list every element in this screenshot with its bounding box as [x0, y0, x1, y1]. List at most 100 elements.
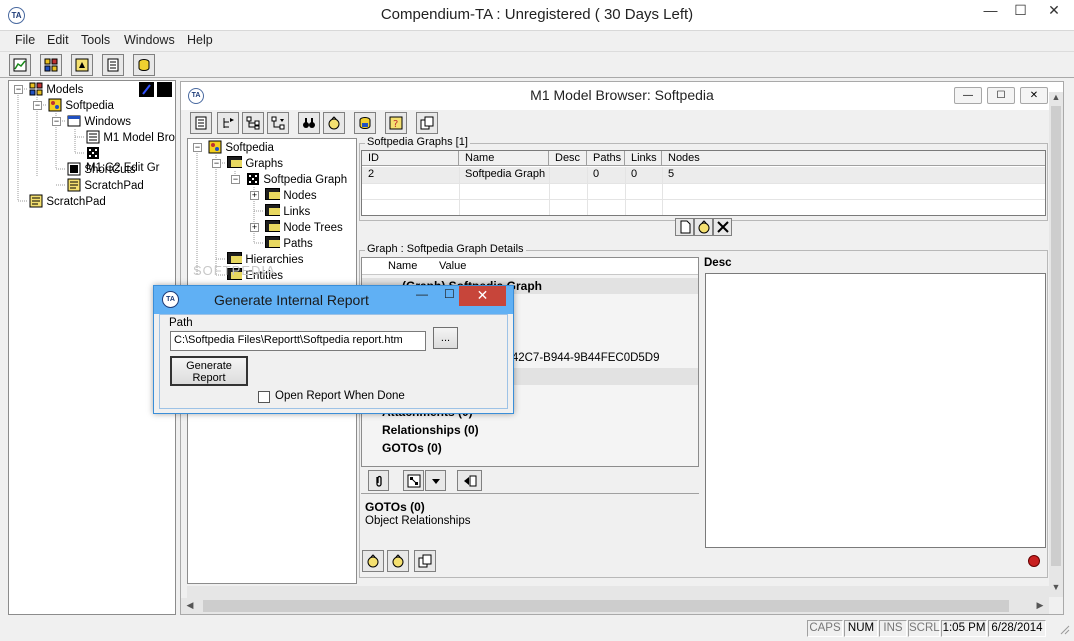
- collapse-windows-toggle[interactable]: −: [52, 117, 61, 126]
- column-header-id[interactable]: ID: [362, 151, 459, 166]
- child-vertical-scrollbar[interactable]: ▲ ▼: [1049, 92, 1063, 597]
- generate-report-button[interactable]: Generate Report: [170, 356, 248, 386]
- minimize-button[interactable]: —: [974, 0, 1007, 22]
- database-icon: [138, 59, 150, 71]
- model-tree-item-softpedia-graph[interactable]: Softpedia Graph: [246, 172, 347, 189]
- scratchpad-icon: [67, 178, 81, 192]
- copy-details-button[interactable]: [414, 550, 436, 572]
- dropdown-button[interactable]: [425, 470, 446, 491]
- scroll-up-icon[interactable]: ▲: [1049, 92, 1063, 106]
- tree-item-model-browser[interactable]: M1 Model Bro: [86, 130, 175, 147]
- model-tree-item-softpedia[interactable]: Softpedia: [208, 140, 274, 157]
- expand-node-trees-toggle[interactable]: +: [250, 223, 259, 232]
- edit-graph-button[interactable]: [694, 218, 713, 236]
- edit-node-details-button[interactable]: [387, 550, 409, 572]
- collapse-softpedia-toggle[interactable]: −: [33, 101, 42, 110]
- edit-details-button[interactable]: [362, 550, 384, 572]
- child-close-button[interactable]: ✕: [1020, 87, 1048, 104]
- menu-help[interactable]: Help: [187, 33, 213, 47]
- scroll-left-icon[interactable]: ◀: [183, 600, 197, 612]
- details-gotos[interactable]: GOTOs (0): [382, 441, 442, 455]
- status-bar: CAPS NUM INS SCRL 1:05 PM 6/28/2014: [0, 617, 1074, 641]
- tree-label: Paths: [283, 238, 313, 250]
- goto-button[interactable]: [457, 470, 482, 491]
- database-button[interactable]: [133, 54, 155, 76]
- menu-tools[interactable]: Tools: [81, 33, 110, 47]
- tree-item-softpedia[interactable]: Softpedia: [48, 98, 114, 115]
- table-cell-nodes: 5: [668, 168, 675, 180]
- dialog-maximize-button[interactable]: ☐: [444, 287, 455, 301]
- copy-button[interactable]: [416, 112, 438, 134]
- model-tree-item-paths[interactable]: Paths: [265, 236, 313, 251]
- graph-view-button[interactable]: [403, 470, 424, 491]
- tree-expand-button[interactable]: [242, 112, 264, 134]
- column-header-links[interactable]: Links: [625, 151, 662, 166]
- column-header-paths[interactable]: Paths: [587, 151, 625, 166]
- scroll-down-icon[interactable]: ▼: [1049, 582, 1063, 596]
- collapse-softpedia-graph-toggle[interactable]: −: [231, 175, 240, 184]
- new-graph-button[interactable]: [675, 218, 694, 236]
- details-column-name[interactable]: Name: [388, 260, 417, 272]
- tree-item-scratchpad[interactable]: ScratchPad: [29, 194, 106, 211]
- color-swatch-icon: [139, 82, 154, 97]
- details-column-value[interactable]: Value: [439, 260, 466, 272]
- edit-node-button[interactable]: [323, 112, 345, 134]
- goto-icon: [463, 475, 476, 486]
- dialog-app-icon: TA: [162, 291, 179, 308]
- child-restore-button[interactable]: ☐: [987, 87, 1015, 104]
- path-input[interactable]: C:\Softpedia Files\Reportt\Softpedia rep…: [170, 331, 426, 351]
- table-row[interactable]: 2 Softpedia Graph 0 0 5: [362, 167, 1045, 183]
- tree-item-shortcuts[interactable]: ShortCuts: [67, 162, 135, 179]
- open-report-label[interactable]: Open Report When Done: [275, 390, 405, 402]
- find-button[interactable]: [298, 112, 320, 134]
- attach-button[interactable]: [368, 470, 389, 491]
- child-horizontal-scrollbar[interactable]: [187, 586, 1049, 598]
- models-button[interactable]: [40, 54, 62, 76]
- report-button[interactable]: [190, 112, 212, 134]
- validate-button[interactable]: ?: [385, 112, 407, 134]
- collapse-models-toggle[interactable]: −: [14, 85, 23, 94]
- hierarchy-icon: [246, 116, 260, 130]
- stop-icon[interactable]: [1028, 555, 1040, 567]
- open-report-checkbox[interactable]: [258, 391, 270, 403]
- table-cell-paths: 0: [593, 168, 600, 180]
- scroll-right-icon[interactable]: ▶: [1033, 600, 1047, 612]
- tree-item-windows[interactable]: Windows: [67, 114, 131, 131]
- chart-button[interactable]: [9, 54, 31, 76]
- column-header-nodes[interactable]: Nodes: [662, 151, 1045, 166]
- dialog-minimize-button[interactable]: —: [416, 287, 428, 301]
- resize-grip-icon[interactable]: [1058, 623, 1070, 635]
- pointer-button[interactable]: [71, 54, 93, 76]
- tree-collapse-button[interactable]: [217, 112, 239, 134]
- maximize-button[interactable]: ☐: [1007, 0, 1034, 22]
- collapse-softpedia-model-toggle[interactable]: −: [193, 143, 202, 152]
- expand-nodes-toggle[interactable]: +: [250, 191, 259, 200]
- model-tree-item-graphs[interactable]: Graphs: [227, 156, 283, 171]
- scrollbar-thumb[interactable]: [1051, 106, 1061, 566]
- model-tree-item-links[interactable]: Links: [265, 204, 310, 219]
- column-header-desc[interactable]: Desc: [549, 151, 587, 166]
- tree-item-models[interactable]: Models: [29, 82, 83, 99]
- dialog-close-button[interactable]: ✕: [459, 286, 506, 306]
- delete-graph-button[interactable]: [713, 218, 732, 236]
- database-save-button[interactable]: [354, 112, 376, 134]
- menu-windows[interactable]: Windows: [124, 33, 175, 47]
- close-button[interactable]: ✕: [1034, 0, 1074, 22]
- tree-item-scratchpad-model[interactable]: ScratchPad: [67, 178, 144, 195]
- menu-file[interactable]: File: [15, 33, 35, 47]
- details-relationships[interactable]: Relationships (0): [382, 423, 479, 437]
- horizontal-scrollbar[interactable]: ◀ ▶: [181, 598, 1049, 614]
- collapse-graphs-toggle[interactable]: −: [212, 159, 221, 168]
- menu-edit[interactable]: Edit: [47, 33, 69, 47]
- properties-button[interactable]: [102, 54, 124, 76]
- workspace-tree-panel: − Models − Softpedia − Windows M1 Model …: [8, 80, 176, 615]
- tree-sort-button[interactable]: [267, 112, 289, 134]
- model-tree-item-node-trees[interactable]: Node Trees: [265, 220, 343, 235]
- desc-textarea[interactable]: [705, 273, 1046, 548]
- scrollbar-thumb[interactable]: [203, 600, 1009, 612]
- ins-indicator: INS: [879, 620, 907, 637]
- child-minimize-button[interactable]: —: [954, 87, 982, 104]
- column-header-name[interactable]: Name: [459, 151, 549, 166]
- model-tree-item-nodes[interactable]: Nodes: [265, 188, 317, 203]
- browse-button[interactable]: ...: [433, 327, 458, 349]
